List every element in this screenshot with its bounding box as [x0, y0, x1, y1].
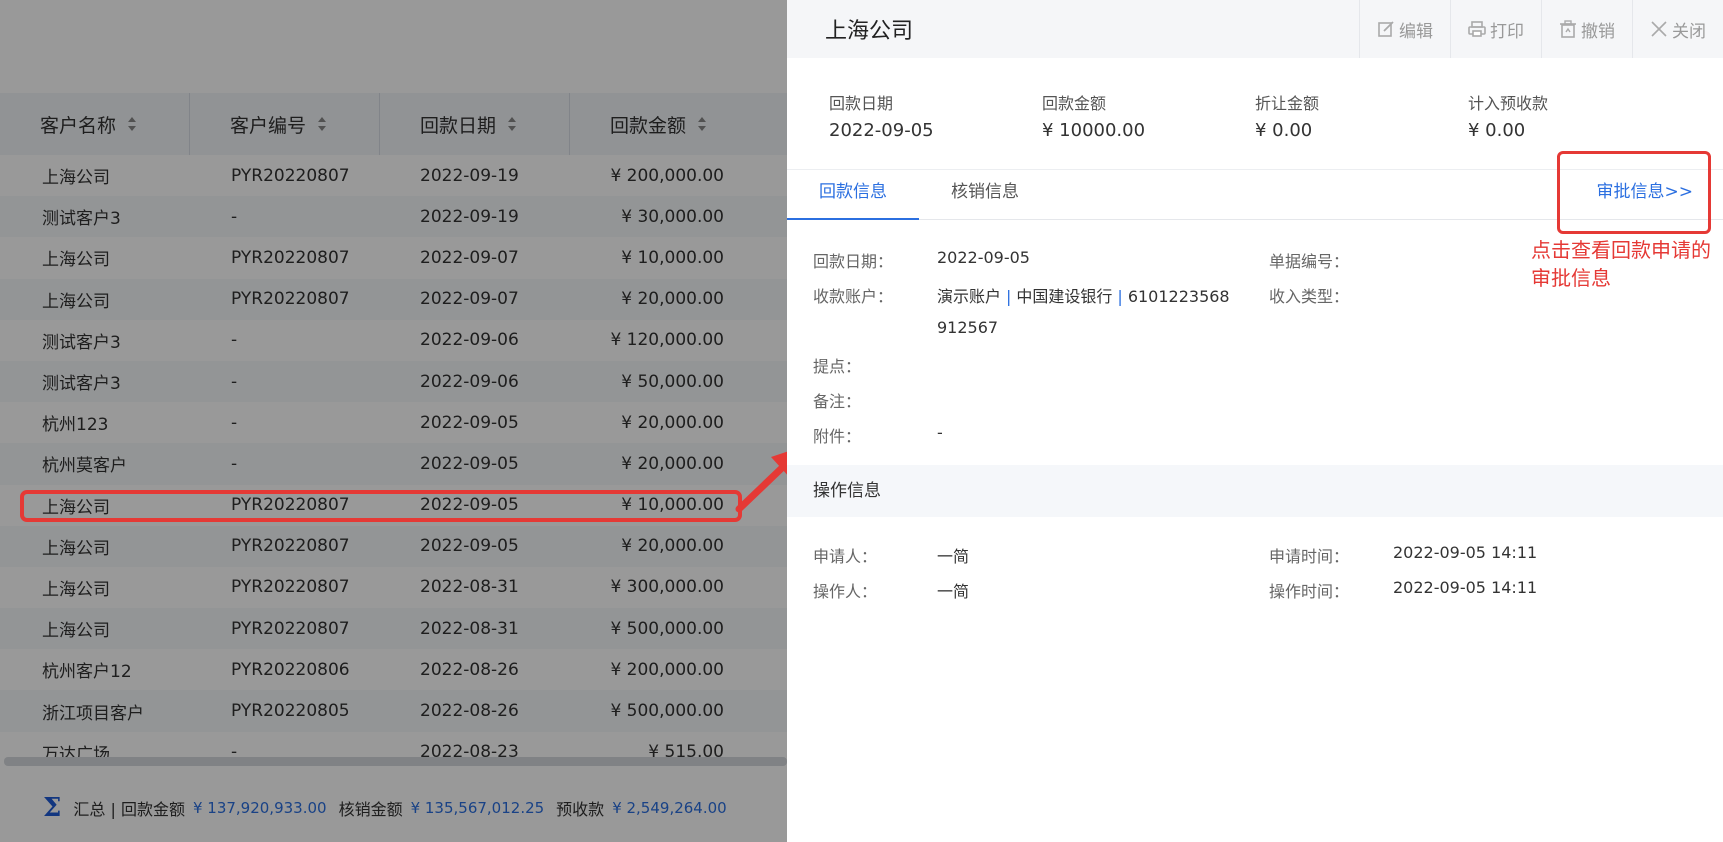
field-income-type: 收入类型：	[1269, 283, 1393, 307]
field-remark: 备注：	[813, 388, 937, 412]
field-label: 收入类型：	[1269, 287, 1350, 306]
stat-label: 回款日期	[829, 94, 894, 113]
field-value: 2022-09-05	[937, 248, 1030, 267]
field-operate-time: 操作时间： 2022-09-05 14:11	[1269, 578, 1537, 602]
field-value: -	[937, 423, 943, 442]
edit-button[interactable]: 编辑	[1359, 0, 1450, 58]
account-number: 6101223568	[1127, 287, 1230, 306]
field-apply-time: 申请时间： 2022-09-05 14:11	[1269, 543, 1537, 567]
stat-value: 2022-09-05	[829, 120, 934, 141]
detail-drawer: 上海公司 编辑 打印 撤销 关闭 回款日期 2022-09-05 回款金额 ¥ …	[787, 0, 1723, 842]
edit-icon	[1378, 21, 1394, 37]
stat-payment-date: 回款日期 2022-09-05	[829, 90, 1042, 169]
operation-info-title: 操作信息	[787, 465, 1723, 517]
revoke-button[interactable]: 撤销	[1541, 0, 1632, 58]
print-label: 打印	[1490, 21, 1524, 42]
field-account-cont: 912567	[937, 318, 998, 337]
field-applicant: 申请人： 一简	[813, 543, 969, 567]
account-name: 演示账户	[937, 287, 1002, 306]
field-value: 演示账户 | 中国建设银行 | 6101223568	[937, 287, 1230, 306]
account-number-cont: 912567	[937, 318, 999, 337]
field-label: 备注：	[813, 392, 862, 411]
stat-value: ¥ 10000.00	[1042, 120, 1146, 141]
operation-info-panel: 申请人： 一简 操作人： 一简 申请时间： 2022-09-05 14:11 操…	[787, 517, 1723, 637]
tab-payment-info[interactable]: 回款信息	[787, 170, 919, 220]
field-value: 一简	[937, 547, 970, 566]
field-label: 操作人：	[813, 582, 878, 601]
field-bill-no: 单据编号：	[1269, 248, 1393, 272]
field-label: 单据编号：	[1269, 252, 1350, 271]
modal-overlay[interactable]	[0, 0, 787, 842]
field-attachment: 附件： -	[813, 423, 943, 447]
approval-link-highlight	[1557, 151, 1711, 234]
drawer-title: 上海公司	[825, 19, 914, 44]
edit-label: 编辑	[1399, 21, 1433, 42]
print-icon	[1468, 21, 1486, 37]
stat-value: ¥ 0.00	[1468, 120, 1526, 141]
stat-label: 计入预收款	[1468, 94, 1549, 113]
revoke-icon	[1560, 20, 1576, 38]
stat-payment-amount: 回款金额 ¥ 10000.00	[1042, 90, 1255, 169]
close-button[interactable]: 关闭	[1632, 0, 1723, 58]
field-label: 操作时间：	[1269, 582, 1350, 601]
close-icon	[1651, 21, 1667, 37]
field-value: 一简	[937, 582, 970, 601]
drawer-actions: 编辑 打印 撤销 关闭	[1359, 0, 1723, 58]
stat-label: 回款金额	[1042, 94, 1107, 113]
field-label: 收款账户：	[813, 287, 894, 306]
field-label: 回款日期：	[813, 252, 894, 271]
print-button[interactable]: 打印	[1450, 0, 1541, 58]
field-value: 2022-09-05 14:11	[1393, 578, 1538, 597]
field-commission: 提点：	[813, 353, 937, 377]
field-label: 提点：	[813, 357, 862, 376]
field-operator: 操作人： 一简	[813, 578, 969, 602]
account-bank: 中国建设银行	[1016, 287, 1113, 306]
stat-label: 折让金额	[1255, 94, 1320, 113]
field-label: 申请时间：	[1269, 547, 1350, 566]
field-value: 2022-09-05 14:11	[1393, 543, 1538, 562]
stat-discount-amount: 折让金额 ¥ 0.00	[1255, 90, 1468, 169]
annotation-text: 点击查看回款申请的审批信息	[1531, 238, 1711, 290]
field-label: 附件：	[813, 427, 862, 446]
drawer-header: 上海公司 编辑 打印 撤销 关闭	[787, 0, 1723, 58]
tab-writeoff-info[interactable]: 核销信息	[919, 170, 1051, 220]
field-label: 申请人：	[813, 547, 878, 566]
stat-value: ¥ 0.00	[1255, 120, 1313, 141]
field-payment-date: 回款日期： 2022-09-05	[813, 248, 1030, 272]
revoke-label: 撤销	[1581, 21, 1615, 42]
close-label: 关闭	[1672, 21, 1706, 42]
field-account: 收款账户： 演示账户 | 中国建设银行 | 6101223568	[813, 283, 1230, 307]
selected-row-highlight	[20, 490, 742, 522]
